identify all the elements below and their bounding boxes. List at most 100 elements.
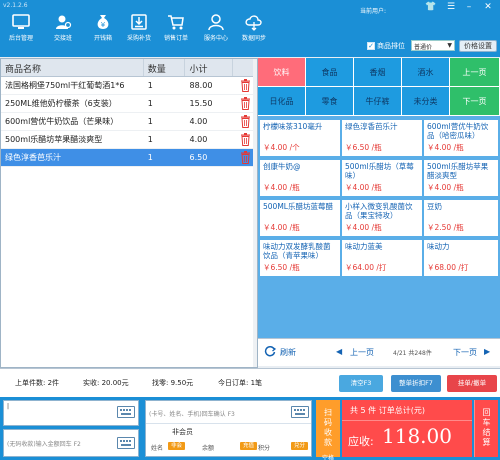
table-row[interactable]: 600ml营优牛奶饮品（芒果味） 1 4.00	[1, 113, 257, 131]
toolbar-cashbox-button[interactable]: ¥ 开钱箱	[86, 13, 120, 42]
recharge-button[interactable]: 充值	[240, 442, 258, 450]
redeem-points-button[interactable]: 兑分	[291, 442, 309, 450]
chevron-right-icon[interactable]: ▶	[484, 347, 490, 356]
order-total-summary: 共 5 件 订单总计(元)	[350, 406, 425, 415]
cloud-sync-icon	[245, 15, 262, 31]
toolbar-shift-button[interactable]: 交接班	[46, 13, 80, 42]
keyboard-icon[interactable]	[291, 406, 309, 418]
chevron-left-icon[interactable]: ◀	[336, 347, 342, 356]
product-sort-checkbox[interactable]: ✓	[367, 42, 375, 50]
toolbar-sync-label: 数据同步	[241, 35, 266, 42]
tab-category-drinks[interactable]: 饮料	[258, 58, 306, 87]
last-order-qty: 上单件数: 2件	[15, 379, 60, 387]
toolbar-admin-label: 后台管理	[8, 35, 33, 42]
due-amount: 118.00	[382, 424, 452, 448]
row-qty[interactable]: 1	[144, 153, 186, 162]
product-card[interactable]: 创康牛奶@ ￥4.00 /瓶	[260, 160, 340, 196]
tab-category-jeans[interactable]: 牛仔裤	[354, 87, 402, 116]
scan-pay-button[interactable]: 扫码收款 空格	[316, 400, 340, 460]
settle-button[interactable]: 回车结算	[474, 400, 498, 457]
product-card[interactable]: 味动力蓝美 ￥64.00 /打	[342, 240, 422, 276]
page-info: 4/21 共248件	[393, 350, 432, 357]
row-qty[interactable]: 1	[144, 81, 186, 90]
order-total-panel: 共 5 件 订单总计(元) 应收: 118.00	[342, 400, 472, 457]
balance-label: 余额	[202, 445, 215, 452]
keyboard-icon[interactable]	[117, 406, 135, 418]
toolbar-orders-button[interactable]: 销售订单	[159, 13, 193, 42]
skin-icon[interactable]: 👕	[424, 2, 438, 12]
row-name: 法国格桐堡750ml干红葡萄酒1*6	[5, 81, 125, 90]
checkout-bar: | (无码收款)输入金额回车 F2 (卡号、姓名、手机)回车确认 F3 非会员 …	[0, 397, 500, 460]
product-card[interactable]: 绿色淳香芭乐汁 ￥6.50 /瓶	[342, 120, 422, 156]
product-card[interactable]: 味动力双发酵乳酸菌饮品（青苹果味） ￥6.50 /瓶	[260, 240, 340, 276]
product-sort-toggle[interactable]: ✓ 商品排位	[367, 41, 405, 51]
keyboard-icon[interactable]	[117, 437, 135, 449]
table-row-selected[interactable]: 绿色淳香芭乐汁 1 6.50	[1, 149, 257, 167]
tab-category-snacks[interactable]: 零食	[306, 87, 354, 116]
close-icon[interactable]: ✕	[481, 2, 495, 12]
order-scrollbar[interactable]	[253, 59, 257, 367]
clear-button[interactable]: 清空F3	[339, 375, 383, 392]
tab-category-food[interactable]: 食品	[306, 58, 354, 87]
product-card[interactable]: 500ml乐醋坊苹果醋淡爽型 ￥4.00 /瓶	[424, 160, 498, 196]
member-level-badge: 非会	[168, 442, 186, 450]
tab-category-uncategorized[interactable]: 未分类	[402, 87, 450, 116]
product-card[interactable]: 500ML乐醋坊蓝莓醋 ￥4.00 /瓶	[260, 200, 340, 236]
no-barcode-hint: (无码收款)输入金额回车 F2	[7, 441, 81, 448]
row-qty[interactable]: 1	[144, 117, 186, 126]
column-header-name: 商品名称	[1, 59, 144, 76]
row-name: 250ML维他奶柠檬茶（6支装）	[5, 99, 117, 108]
refresh-button[interactable]: 刷新	[280, 347, 296, 358]
toolbar-purchase-button[interactable]: 采购补货	[122, 13, 156, 42]
row-qty[interactable]: 1	[144, 135, 186, 144]
row-name: 绿色淳香芭乐汁	[5, 153, 61, 162]
product-price: ￥4.00 /瓶	[345, 223, 382, 232]
order-table-header: 商品名称 数量 小计	[1, 59, 257, 77]
prev-page-button[interactable]: 上一页	[350, 347, 374, 358]
trash-icon	[240, 133, 250, 146]
category-prev-page-button[interactable]: 上一页	[450, 58, 500, 87]
product-name: 小样入微变乳酸菌饮品（果宝特攻）	[345, 202, 413, 220]
due-label: 应收:	[348, 435, 374, 448]
product-price: ￥2.50 /瓶	[427, 223, 464, 232]
category-next-page-button[interactable]: 下一页	[450, 87, 500, 116]
row-subtotal: 4.00	[189, 135, 208, 144]
row-subtotal: 6.50	[189, 153, 208, 162]
settings-icon[interactable]: ☰	[444, 2, 458, 12]
hold-order-button[interactable]: 挂单/撤单	[447, 375, 497, 392]
price-settings-button[interactable]: 价格设置	[459, 40, 497, 52]
price-mode-select[interactable]: 普通价 ▼	[411, 40, 455, 51]
table-row[interactable]: 500ml乐醋坊苹果醋淡爽型 1 4.00	[1, 131, 257, 149]
product-card[interactable]: 500ml乐醋坊（草莓味） ￥4.00 /瓶	[342, 160, 422, 196]
product-name: 味动力	[427, 242, 450, 251]
toolbar-service-button[interactable]: 服务中心	[199, 13, 233, 42]
cart-icon	[168, 15, 184, 30]
product-card[interactable]: 豆奶 ￥2.50 /瓶	[424, 200, 498, 236]
product-price: ￥68.00 /打	[427, 263, 469, 272]
product-card[interactable]: 小样入微变乳酸菌饮品（果宝特攻） ￥4.00 /瓶	[342, 200, 422, 236]
toolbar-admin-button[interactable]: 后台管理	[4, 13, 38, 42]
change-amount: 找零: 9.50元	[152, 379, 194, 387]
member-search-input[interactable]: (卡号、姓名、手机)回车确认 F3	[149, 409, 235, 418]
product-price: ￥6.50 /瓶	[263, 263, 300, 272]
table-row[interactable]: 法国格桐堡750ml干红葡萄酒1*6 1 88.00	[1, 77, 257, 95]
scan-pay-key: 空格	[321, 455, 334, 460]
tab-category-cigarettes[interactable]: 香烟	[354, 58, 402, 87]
next-page-button[interactable]: 下一页	[453, 347, 477, 358]
tab-category-daily[interactable]: 日化品	[258, 87, 306, 116]
toolbar-sync-button[interactable]: 数据同步	[237, 13, 271, 42]
refresh-icon[interactable]	[264, 345, 277, 359]
product-card[interactable]: 600ml营优牛奶饮品（哈密瓜味） ￥4.00 /瓶	[424, 120, 498, 156]
app-version: v2.1.2.6	[3, 2, 28, 9]
product-card[interactable]: 柠檬味茶310毫升 ￥4.00 /个	[260, 120, 340, 156]
member-name-label: 姓名	[151, 445, 164, 452]
row-name: 500ml乐醋坊苹果醋淡爽型	[5, 135, 103, 144]
product-card[interactable]: 味动力 ￥68.00 /打	[424, 240, 498, 276]
table-row[interactable]: 250ML维他奶柠檬茶（6支装） 1 15.50	[1, 95, 257, 113]
product-name: 600ml营优牛奶饮品（哈密瓜味）	[427, 122, 489, 140]
row-qty[interactable]: 1	[144, 99, 186, 108]
tab-category-alcohol[interactable]: 酒水	[402, 58, 450, 87]
member-type: 非会员	[172, 428, 193, 436]
discount-button[interactable]: 整单折扣F7	[391, 375, 441, 392]
minimize-icon[interactable]: –	[462, 2, 476, 12]
